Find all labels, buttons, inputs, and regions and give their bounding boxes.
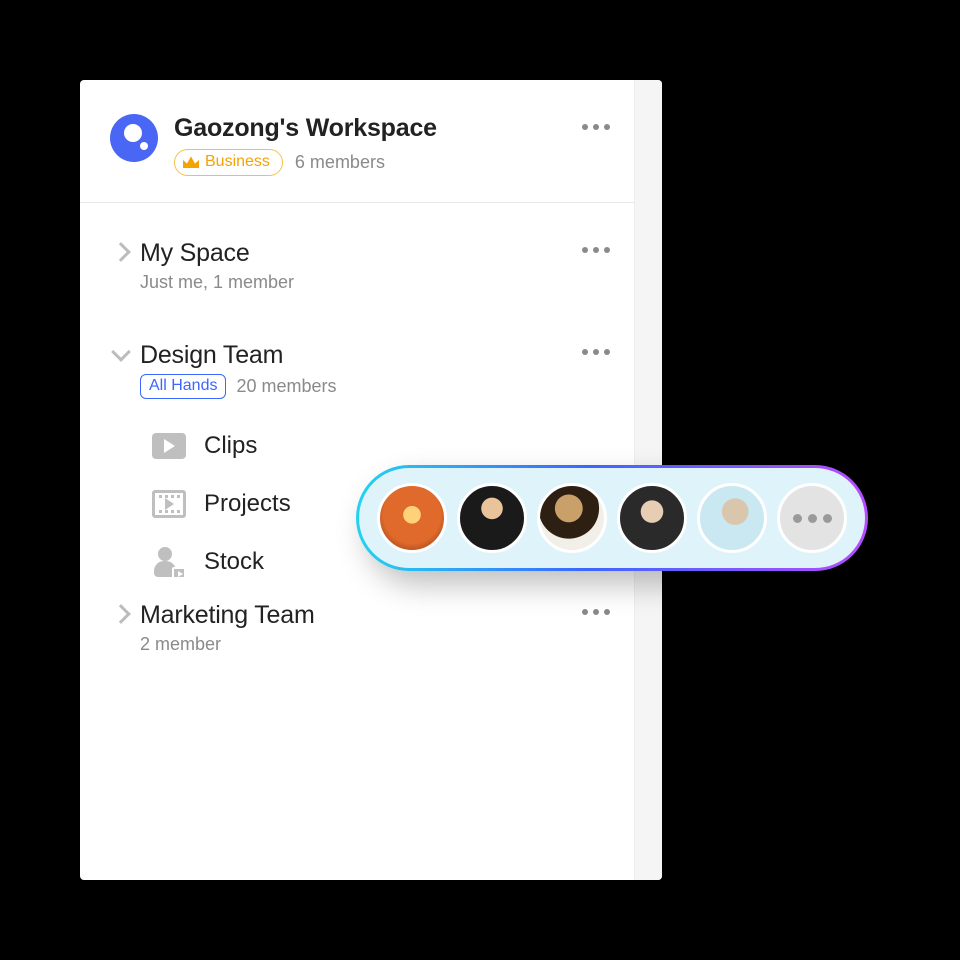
workspace-more-button[interactable] xyxy=(582,124,610,130)
chevron-right-icon xyxy=(111,604,131,624)
clips-icon xyxy=(152,431,186,461)
space-row-my-space[interactable]: My Space Just me, 1 member xyxy=(80,203,634,311)
member-avatar[interactable] xyxy=(697,483,767,553)
member-avatar[interactable] xyxy=(377,483,447,553)
space-title: Design Team xyxy=(140,341,582,370)
projects-icon xyxy=(152,489,186,519)
nav-item-label: Clips xyxy=(204,432,257,460)
space-more-button[interactable] xyxy=(582,341,610,355)
plan-label: Business xyxy=(205,152,270,173)
space-more-button[interactable] xyxy=(582,601,610,615)
member-avatar[interactable] xyxy=(457,483,527,553)
space-row-design-team[interactable]: Design Team All Hands 20 members xyxy=(80,311,634,417)
space-subtitle: Just me, 1 member xyxy=(140,272,294,293)
workspace-title: Gaozong's Workspace xyxy=(174,114,582,143)
workspace-logo-icon xyxy=(110,114,158,162)
space-title: Marketing Team xyxy=(140,601,582,630)
space-row-marketing-team[interactable]: Marketing Team 2 member xyxy=(80,591,634,673)
members-overflow-button[interactable] xyxy=(777,483,847,553)
crown-icon xyxy=(183,156,199,168)
space-title: My Space xyxy=(140,239,582,268)
chevron-right-icon xyxy=(111,242,131,262)
member-avatar[interactable] xyxy=(617,483,687,553)
workspace-members-count: 6 members xyxy=(295,152,385,173)
workspace-header: Gaozong's Workspace Business 6 members xyxy=(80,80,634,203)
plan-badge: Business xyxy=(174,149,283,176)
members-pill xyxy=(356,465,868,571)
stock-icon xyxy=(152,547,186,577)
space-more-button[interactable] xyxy=(582,239,610,253)
space-members-count: 20 members xyxy=(236,376,336,397)
member-avatar[interactable] xyxy=(537,483,607,553)
nav-item-label: Projects xyxy=(204,490,291,518)
space-subtitle: 2 member xyxy=(140,634,221,655)
chevron-down-icon xyxy=(111,342,131,362)
nav-item-label: Stock xyxy=(204,548,264,576)
space-tag-badge: All Hands xyxy=(140,374,226,399)
